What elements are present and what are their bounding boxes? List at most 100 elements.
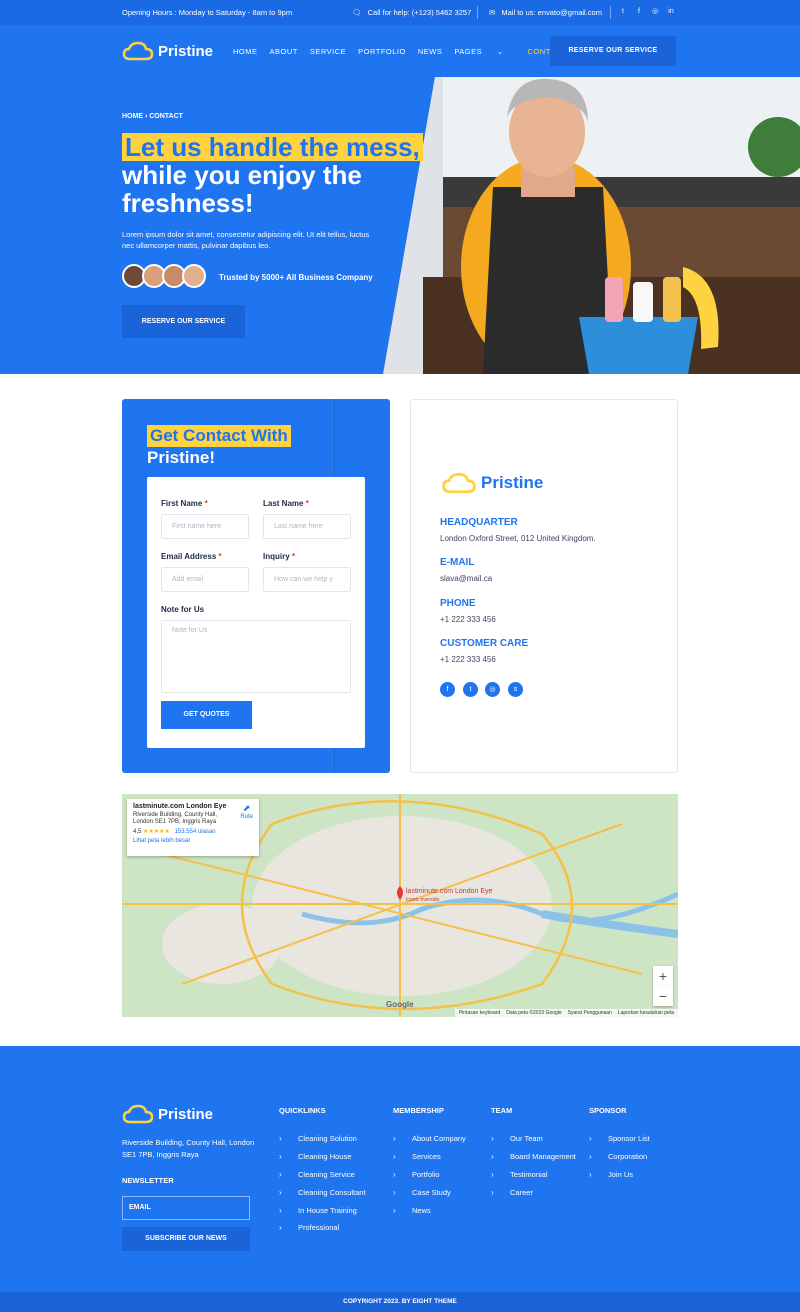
footer-link[interactable]: › Cleaning Service (279, 1166, 366, 1184)
breadcrumb: HOME › CONTACT (122, 113, 183, 120)
subscribe-button[interactable]: SUBSCRIBE OUR NEWS (122, 1227, 250, 1251)
footer-link[interactable]: › Career (491, 1183, 576, 1201)
footer-logo[interactable]: Pristine (122, 1104, 213, 1124)
first-name-input[interactable]: First name here (161, 514, 249, 539)
footer-link[interactable]: › Portfolio (393, 1166, 466, 1184)
hero-headline: Let us handle the mess, while you enjoy … (122, 133, 442, 217)
footer-link[interactable]: › About Company (393, 1130, 466, 1148)
footer-link[interactable]: › Case Study (393, 1183, 466, 1201)
place-title: lastminute.com London Eye (133, 803, 227, 810)
cloud-icon (442, 472, 476, 494)
nav-about[interactable]: ABOUT (270, 47, 298, 56)
avatar (182, 264, 206, 288)
footer-link[interactable]: › Professional (279, 1219, 366, 1237)
facebook-icon[interactable]: f (440, 682, 455, 697)
nav-home[interactable]: HOME (233, 47, 258, 56)
footer-link[interactable]: › In House Training (279, 1201, 366, 1219)
chevron-right-icon: › (491, 1134, 494, 1144)
zoom-out-button[interactable]: − (653, 986, 673, 1006)
twitter-icon[interactable]: t (463, 682, 478, 697)
footer-link[interactable]: › Our Team (491, 1130, 576, 1148)
phone-value: +1 222 333 456 (440, 615, 496, 624)
sponsor-title: SPONSOR (589, 1106, 627, 1115)
route-button[interactable]: ⬈ Rute (240, 803, 253, 820)
footer-link[interactable]: › Join Us (589, 1166, 650, 1184)
chevron-right-icon: › (589, 1152, 592, 1162)
terms-link[interactable]: Syarat Penggunaan (568, 1010, 612, 1016)
divider (610, 6, 611, 19)
footer-link-label: Professional (298, 1223, 340, 1233)
chevron-down-icon: ⌄ (496, 47, 504, 56)
map-data-text: Data peta ©2023 Google (506, 1010, 562, 1016)
hero-reserve-button[interactable]: RESERVE OUR SERVICE (122, 305, 245, 338)
footer-link-label: Our Team (510, 1134, 543, 1144)
footer-link[interactable]: › Services (393, 1148, 466, 1166)
larger-map-link[interactable]: Lihat peta lebih besar (133, 838, 253, 844)
pin-subtitle: Iconic riverside (406, 897, 440, 903)
footer-link[interactable]: › Corporation (589, 1148, 650, 1166)
twitter-icon[interactable]: t (619, 8, 627, 16)
hero-section: HOME › CONTACT Let us handle the mess, w… (0, 77, 800, 374)
headline-highlight: Let us handle the mess, (122, 133, 423, 161)
email-label: E-MAIL (440, 557, 475, 568)
footer-link[interactable]: › News (393, 1201, 466, 1219)
keyboard-shortcuts-link[interactable]: Pintasan keyboard (459, 1010, 500, 1016)
facebook-icon[interactable]: f (635, 8, 643, 16)
instagram-icon[interactable]: ◎ (651, 8, 659, 16)
get-quotes-button[interactable]: GET QUOTES (161, 701, 252, 729)
chevron-right-icon: › (279, 1169, 282, 1179)
linkedin-icon[interactable]: in (667, 8, 675, 16)
note-textarea[interactable]: Note for Us (161, 620, 351, 693)
nav-pages[interactable]: PAGES ⌄ (454, 47, 515, 56)
first-name-label-text: First Name (161, 499, 203, 508)
footer-link-label: News (412, 1205, 431, 1215)
inquiry-input[interactable]: How can we help y (263, 567, 351, 592)
logo[interactable]: Pristine (122, 41, 213, 61)
nav-news[interactable]: NEWS (418, 47, 443, 56)
location-map[interactable]: lastminute.com London Eye Iconic riversi… (122, 794, 678, 1017)
zoom-in-button[interactable]: + (653, 966, 673, 986)
footer-link[interactable]: › Testimonial (491, 1166, 576, 1184)
nav-portfolio[interactable]: PORTFOLIO (358, 47, 406, 56)
newsletter-email-input[interactable]: EMAIL (122, 1196, 250, 1220)
email-input[interactable]: Add email (161, 567, 249, 592)
call-help[interactable]: 🗨︎ Call for help: (+123) 5462 3257 (352, 8, 471, 17)
cloud-icon (122, 1104, 154, 1124)
chevron-right-icon: › (491, 1169, 494, 1179)
footer-link-label: In House Training (298, 1205, 357, 1215)
footer-link-label: About Company (412, 1134, 466, 1144)
report-error-link[interactable]: Laporkan kesalahan peta (618, 1010, 674, 1016)
footer-link[interactable]: › Sponsor List (589, 1130, 650, 1148)
mail-to[interactable]: ✉ Mail to us: envato@gmail.com (489, 8, 602, 17)
contact-form-card: Get Contact With Pristine! First Name * … (122, 399, 390, 773)
last-name-input[interactable]: Last name here (263, 514, 351, 539)
footer-link-label: Cleaning Service (298, 1169, 355, 1179)
footer-link[interactable]: › Board Management (491, 1148, 576, 1166)
skype-icon[interactable]: s (508, 682, 523, 697)
reserve-service-button[interactable]: RESERVE OUR SERVICE (550, 36, 676, 66)
quicklinks-title: QUICKLINKS (279, 1106, 326, 1115)
contact-title-rest: Pristine! (147, 448, 216, 467)
cloud-icon (122, 41, 154, 61)
headquarter-value: London Oxford Street, 012 United Kingdom… (440, 534, 596, 543)
footer-link-label: Services (412, 1152, 441, 1162)
reviews-link[interactable]: 153.554 ulasan (175, 829, 216, 835)
nav-service[interactable]: SERVICE (310, 47, 346, 56)
instagram-icon[interactable]: ◎ (485, 682, 500, 697)
headline-rest: while you enjoy the freshness! (122, 160, 362, 218)
map-pin-label: lastminute.com London Eye Iconic riversi… (406, 888, 492, 904)
chevron-right-icon: › (279, 1223, 282, 1233)
rating-stars: ★★★★★ (143, 829, 170, 835)
footer-link-label: Cleaning Solution (298, 1134, 357, 1144)
chevron-right-icon: › (393, 1205, 396, 1215)
map-attribution: Pintasan keyboard Data peta ©2023 Google… (454, 1009, 678, 1017)
call-help-text: Call for help: (+123) 5462 3257 (367, 8, 472, 17)
footer-link[interactable]: › Cleaning House (279, 1148, 366, 1166)
footer-link[interactable]: › Cleaning Consultant (279, 1183, 366, 1201)
footer-link[interactable]: › Cleaning Solution (279, 1130, 366, 1148)
footer-link-label: Cleaning House (298, 1152, 352, 1162)
divider (477, 6, 478, 19)
footer-link-label: Career (510, 1187, 533, 1197)
footer-link-label: Testimonial (510, 1169, 548, 1179)
chevron-right-icon: › (279, 1134, 282, 1144)
